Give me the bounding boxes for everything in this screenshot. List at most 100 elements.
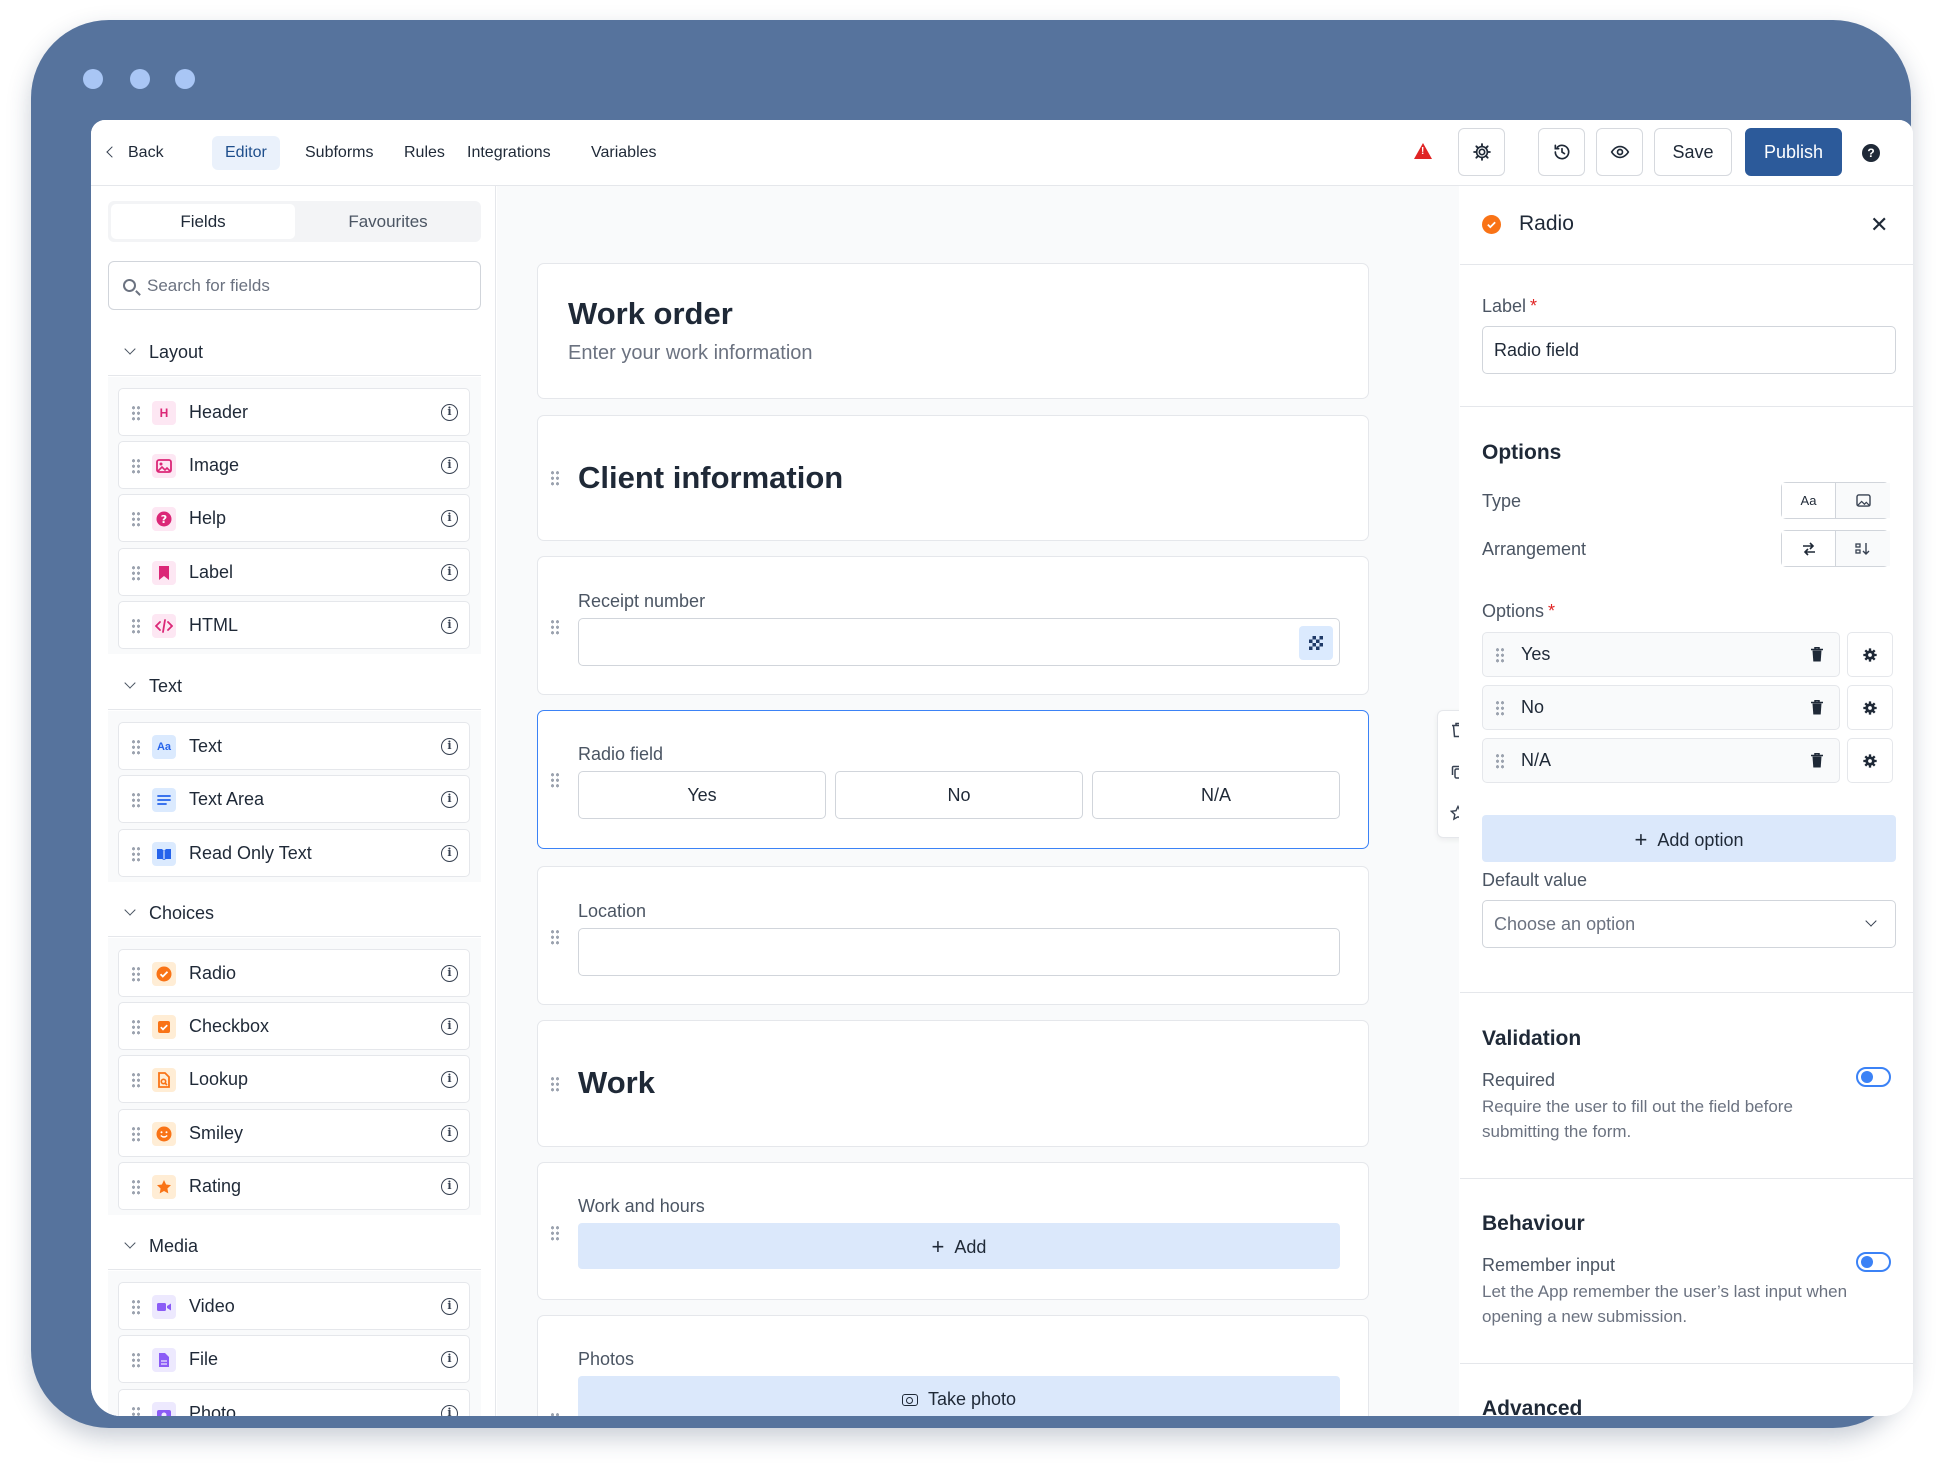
option-settings-button[interactable] bbox=[1847, 738, 1893, 783]
tab-variables[interactable]: Variables bbox=[578, 136, 670, 170]
field-card-location[interactable]: Location bbox=[537, 866, 1369, 1005]
close-icon[interactable]: ✕ bbox=[1870, 212, 1888, 238]
warning-icon[interactable] bbox=[1414, 143, 1432, 159]
info-icon[interactable]: i bbox=[441, 1018, 458, 1035]
drag-handle-icon[interactable] bbox=[131, 565, 141, 581]
info-icon[interactable]: i bbox=[441, 1298, 458, 1315]
drag-handle-icon[interactable] bbox=[131, 1179, 141, 1195]
drag-handle-icon[interactable] bbox=[550, 1076, 560, 1092]
field-video[interactable]: Video i bbox=[118, 1282, 470, 1330]
field-text-area[interactable]: Text Area i bbox=[118, 775, 470, 823]
option-row[interactable]: No bbox=[1482, 685, 1840, 730]
drag-handle-icon[interactable] bbox=[550, 929, 560, 945]
form-header-card[interactable]: Work order Enter your work information bbox=[537, 263, 1369, 399]
group-media[interactable]: Media bbox=[108, 1222, 481, 1270]
field-header[interactable]: H Header i bbox=[118, 388, 470, 436]
required-toggle[interactable] bbox=[1856, 1067, 1891, 1087]
group-choices[interactable]: Choices bbox=[108, 889, 481, 937]
field-checkbox[interactable]: Checkbox i bbox=[118, 1002, 470, 1050]
section-card-work[interactable]: Work bbox=[537, 1020, 1369, 1147]
info-icon[interactable]: i bbox=[441, 617, 458, 634]
field-html[interactable]: HTML i bbox=[118, 601, 470, 649]
tab-editor[interactable]: Editor bbox=[212, 136, 280, 170]
info-icon[interactable]: i bbox=[441, 791, 458, 808]
info-icon[interactable]: i bbox=[441, 457, 458, 474]
location-input[interactable] bbox=[578, 928, 1340, 976]
group-layout[interactable]: Layout bbox=[108, 328, 481, 376]
trash-icon[interactable] bbox=[1450, 722, 1459, 738]
info-icon[interactable]: i bbox=[441, 510, 458, 527]
field-radio[interactable]: Radio i bbox=[118, 949, 470, 997]
field-image[interactable]: Image i bbox=[118, 441, 470, 489]
drag-handle-icon[interactable] bbox=[131, 792, 141, 808]
info-icon[interactable]: i bbox=[441, 1178, 458, 1195]
field-label-item[interactable]: Label i bbox=[118, 548, 470, 596]
option-settings-button[interactable] bbox=[1847, 685, 1893, 730]
section-card-client[interactable]: Client information bbox=[537, 415, 1369, 541]
tab-fields[interactable]: Fields bbox=[111, 204, 295, 239]
drag-handle-icon[interactable] bbox=[131, 1072, 141, 1088]
drag-handle-icon[interactable] bbox=[131, 846, 141, 862]
drag-handle-icon[interactable] bbox=[550, 470, 560, 486]
remember-input-toggle[interactable] bbox=[1856, 1252, 1891, 1272]
info-icon[interactable]: i bbox=[441, 1071, 458, 1088]
preview-button[interactable] bbox=[1596, 128, 1643, 176]
drag-handle-icon[interactable] bbox=[550, 1225, 560, 1241]
drag-handle-icon[interactable] bbox=[131, 1299, 141, 1315]
arrangement-horizontal-button[interactable] bbox=[1782, 531, 1836, 566]
drag-handle-icon[interactable] bbox=[1495, 753, 1505, 769]
radio-option-yes[interactable]: Yes bbox=[578, 771, 826, 819]
default-value-select[interactable]: Choose an option bbox=[1482, 900, 1896, 948]
add-row-button[interactable]: + Add bbox=[578, 1223, 1340, 1269]
tab-favourites[interactable]: Favourites bbox=[296, 204, 480, 239]
drag-handle-icon[interactable] bbox=[1495, 647, 1505, 663]
qr-code-icon[interactable] bbox=[1299, 626, 1333, 660]
drag-handle-icon[interactable] bbox=[131, 1126, 141, 1142]
radio-option-no[interactable]: No bbox=[835, 771, 1083, 819]
save-button[interactable]: Save bbox=[1654, 128, 1732, 176]
duplicate-icon[interactable] bbox=[1450, 764, 1459, 780]
history-button[interactable] bbox=[1538, 128, 1585, 176]
drag-handle-icon[interactable] bbox=[131, 405, 141, 421]
info-icon[interactable]: i bbox=[441, 404, 458, 421]
tab-integrations[interactable]: Integrations bbox=[454, 136, 564, 170]
field-card-radio[interactable]: Radio field Yes No N/A bbox=[537, 710, 1369, 849]
drag-handle-icon[interactable] bbox=[131, 618, 141, 634]
settings-button[interactable] bbox=[1458, 128, 1505, 176]
drag-handle-icon[interactable] bbox=[131, 458, 141, 474]
field-card-work-hours[interactable]: Work and hours + Add bbox=[537, 1162, 1369, 1300]
info-icon[interactable]: i bbox=[441, 845, 458, 862]
drag-handle-icon[interactable] bbox=[131, 1019, 141, 1035]
field-smiley[interactable]: Smiley i bbox=[118, 1109, 470, 1157]
option-row[interactable]: Yes bbox=[1482, 632, 1840, 677]
field-text[interactable]: Aa Text i bbox=[118, 722, 470, 770]
option-settings-button[interactable] bbox=[1847, 632, 1893, 677]
search-input[interactable]: Search for fields bbox=[108, 261, 481, 310]
drag-handle-icon[interactable] bbox=[1495, 700, 1505, 716]
field-photo[interactable]: Photo i bbox=[118, 1389, 470, 1416]
drag-handle-icon[interactable] bbox=[131, 966, 141, 982]
type-text-button[interactable]: Aa bbox=[1782, 483, 1836, 518]
arrangement-vertical-button[interactable] bbox=[1836, 531, 1890, 566]
info-icon[interactable]: i bbox=[441, 564, 458, 581]
info-icon[interactable]: i bbox=[441, 1405, 458, 1416]
add-option-button[interactable]: + Add option bbox=[1482, 815, 1896, 862]
label-input[interactable]: Radio field bbox=[1482, 326, 1896, 374]
field-card-photos[interactable]: Photos Take photo bbox=[537, 1315, 1369, 1416]
drag-handle-icon[interactable] bbox=[550, 619, 560, 635]
info-icon[interactable]: i bbox=[441, 738, 458, 755]
field-card-receipt[interactable]: Receipt number bbox=[537, 556, 1369, 695]
help-icon[interactable]: ? bbox=[1862, 144, 1880, 162]
back-button[interactable]: Back bbox=[106, 120, 164, 186]
publish-button[interactable]: Publish bbox=[1745, 128, 1842, 176]
type-image-button[interactable] bbox=[1836, 483, 1890, 518]
drag-handle-icon[interactable] bbox=[550, 772, 560, 788]
field-read-only-text[interactable]: Read Only Text i bbox=[118, 829, 470, 877]
star-outline-icon[interactable] bbox=[1450, 805, 1459, 821]
field-lookup[interactable]: Lookup i bbox=[118, 1055, 470, 1103]
info-icon[interactable]: i bbox=[441, 1351, 458, 1368]
receipt-number-input[interactable] bbox=[578, 618, 1340, 666]
drag-handle-icon[interactable] bbox=[131, 511, 141, 527]
tab-subforms[interactable]: Subforms bbox=[292, 136, 386, 170]
field-rating[interactable]: Rating i bbox=[118, 1162, 470, 1210]
